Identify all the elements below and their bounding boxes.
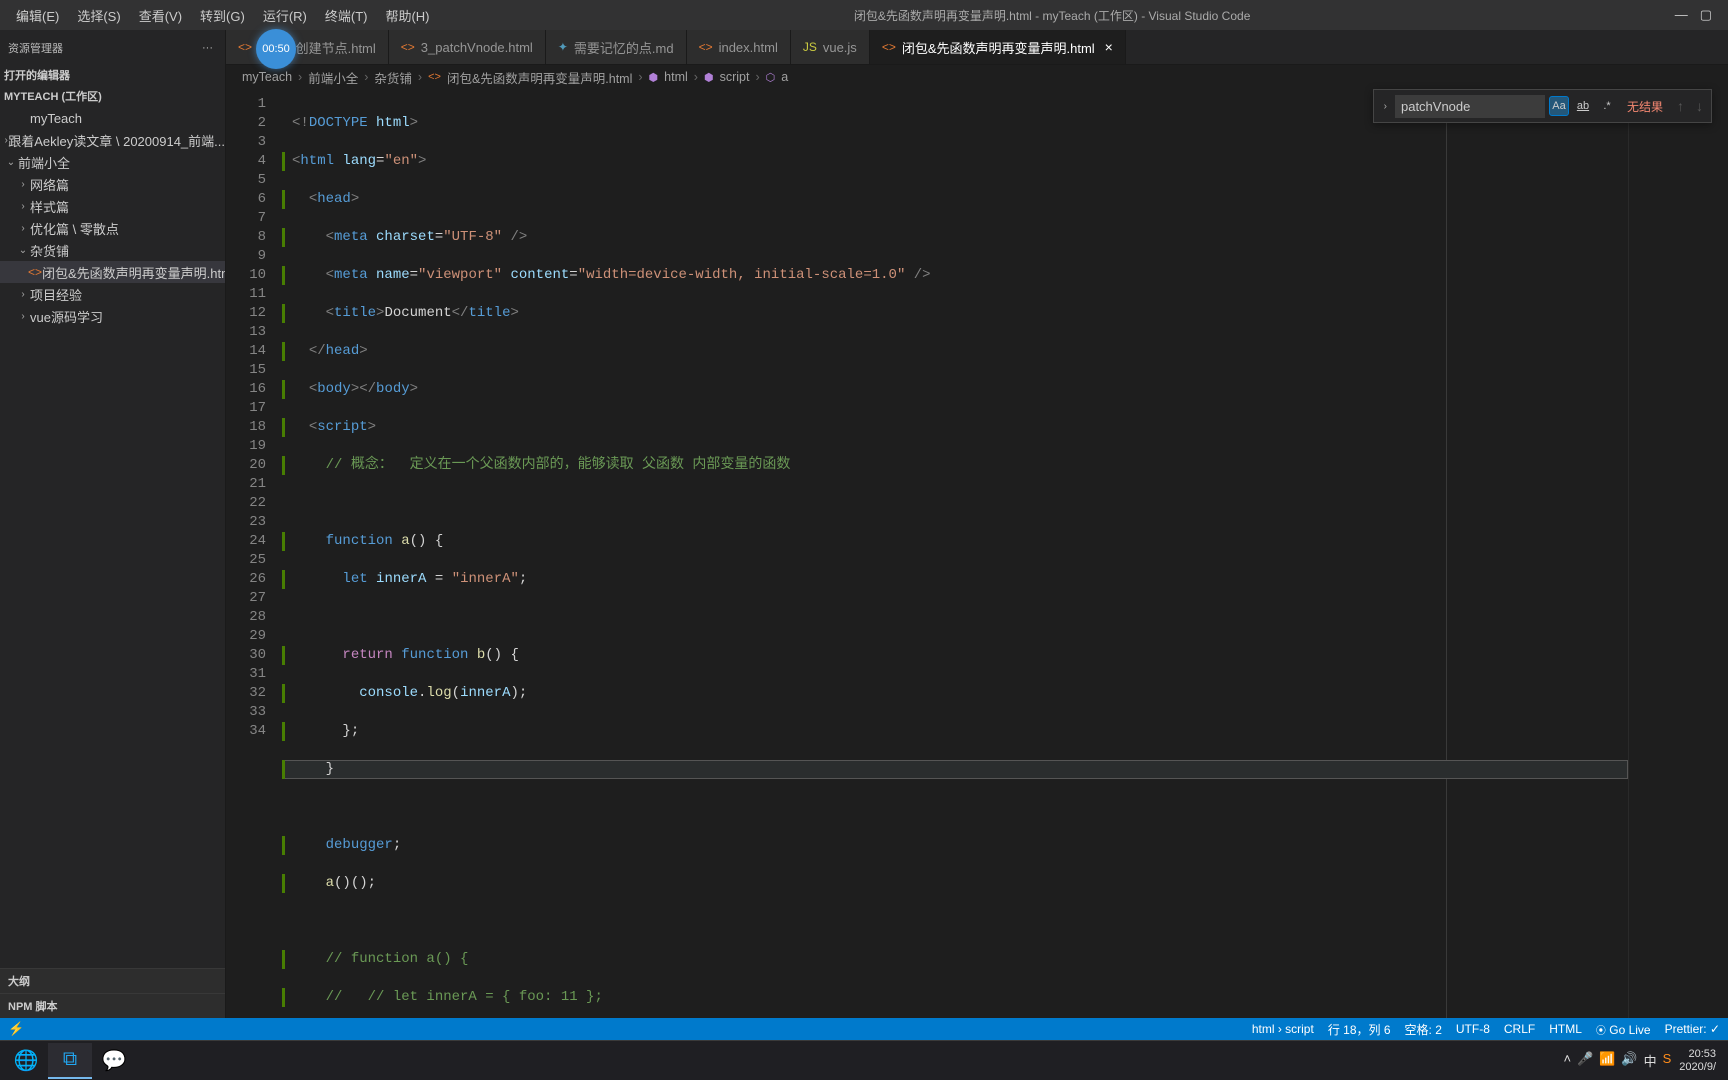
menu-bar: 编辑(E) 选择(S) 查看(V) 转到(G) 运行(R) 终端(T) 帮助(H…: [8, 2, 438, 29]
editor-area: <>Vnode创建节点.html <>3_patchVnode.html ✦需要…: [226, 30, 1728, 1018]
window-controls: — ▢: [1667, 7, 1720, 23]
menu-help[interactable]: 帮助(H): [377, 2, 437, 29]
status-encoding[interactable]: UTF-8: [1456, 1022, 1490, 1036]
explorer-sidebar: 资源管理器 ··· 打开的编辑器 MYTEACH (工作区) myTeach ›…: [0, 30, 226, 1018]
status-position[interactable]: 行 18，列 6: [1328, 1021, 1391, 1038]
taskbar-wechat-icon[interactable]: 💬: [92, 1043, 136, 1079]
menu-terminal[interactable]: 终端(T): [317, 2, 376, 29]
tree-item[interactable]: ›优化篇 \ 零散点: [0, 217, 225, 239]
explorer-title: 资源管理器: [8, 40, 63, 56]
tree-item[interactable]: ›跟着Aekley读文章 \ 20200914_前端...: [0, 129, 225, 151]
status-golive[interactable]: ⦿ Go Live: [1596, 1022, 1651, 1037]
breadcrumb[interactable]: myTeach› 前端小全› 杂货铺› <>闭包&先函数声明再变量声明.html…: [226, 65, 1728, 89]
tree-item[interactable]: ›项目经验: [0, 283, 225, 305]
find-result: 无结果: [1621, 98, 1669, 115]
status-prettier[interactable]: Prettier: ✓: [1665, 1022, 1720, 1036]
close-tab-icon[interactable]: ×: [1105, 39, 1113, 55]
tree-item[interactable]: ›vue源码学习: [0, 305, 225, 327]
tree-item[interactable]: ⌄前端小全: [0, 151, 225, 173]
outline-section[interactable]: 大纲: [0, 968, 225, 993]
tray-volume-icon[interactable]: 🔊: [1621, 1051, 1637, 1070]
tab[interactable]: <>Vnode创建节点.html: [226, 30, 389, 64]
window-title: 闭包&先函数声明再变量声明.html - myTeach (工作区) - Vis…: [438, 7, 1667, 24]
find-prev-icon[interactable]: ↑: [1673, 98, 1688, 114]
menu-view[interactable]: 查看(V): [131, 2, 190, 29]
workspace-section[interactable]: MYTEACH (工作区): [0, 85, 225, 107]
status-bar: ⚡ html › script 行 18，列 6 空格: 2 UTF-8 CRL…: [0, 1018, 1728, 1040]
tree-item[interactable]: ›网络篇: [0, 173, 225, 195]
tab[interactable]: <>index.html: [687, 30, 791, 64]
explorer-header: 资源管理器 ···: [0, 30, 225, 65]
code-lines[interactable]: <!DOCTYPE html> <html lang="en"> <head> …: [282, 89, 1628, 1018]
whole-word-icon[interactable]: ab: [1573, 96, 1593, 116]
tray-ime-icon[interactable]: 中: [1644, 1051, 1657, 1070]
find-toggle-icon[interactable]: ›: [1380, 101, 1391, 112]
file-tree: myTeach ›跟着Aekley读文章 \ 20200914_前端... ⌄前…: [0, 107, 225, 968]
find-input[interactable]: [1395, 95, 1545, 118]
status-thunder-icon[interactable]: ⚡: [8, 1021, 24, 1037]
tab[interactable]: ✦需要记忆的点.md: [546, 30, 687, 64]
match-case-icon[interactable]: Aa: [1549, 96, 1569, 116]
status-lang[interactable]: HTML: [1549, 1022, 1582, 1036]
taskbar-vscode-icon[interactable]: ⧉: [48, 1043, 92, 1079]
tray-up-icon[interactable]: ˄: [1563, 1051, 1571, 1070]
status-eol[interactable]: CRLF: [1504, 1022, 1535, 1036]
tree-item[interactable]: ⌄杂货铺: [0, 239, 225, 261]
menu-edit[interactable]: 编辑(E): [8, 2, 67, 29]
menu-run[interactable]: 运行(R): [255, 2, 315, 29]
tab-active[interactable]: <>闭包&先函数声明再变量声明.html×: [870, 30, 1126, 64]
menu-select[interactable]: 选择(S): [69, 2, 128, 29]
status-spaces[interactable]: 空格: 2: [1405, 1021, 1442, 1038]
open-editors-section[interactable]: 打开的编辑器: [0, 65, 225, 85]
menu-goto[interactable]: 转到(G): [192, 2, 253, 29]
maximize-icon[interactable]: ▢: [1700, 7, 1712, 23]
tab[interactable]: JSvue.js: [791, 30, 870, 64]
minimize-icon[interactable]: —: [1675, 7, 1688, 23]
gutter: 1234567891011121314151617181920212223242…: [226, 89, 282, 1018]
tab[interactable]: <>3_patchVnode.html: [389, 30, 546, 64]
find-widget: › Aa ab .* 无结果 ↑ ↓: [1373, 89, 1712, 123]
tree-item[interactable]: myTeach: [0, 107, 225, 129]
explorer-actions[interactable]: ···: [202, 42, 213, 54]
find-next-icon[interactable]: ↓: [1692, 98, 1707, 114]
regex-icon[interactable]: .*: [1597, 96, 1617, 116]
code-editor[interactable]: 1234567891011121314151617181920212223242…: [226, 89, 1728, 1018]
npm-section[interactable]: NPM 脚本: [0, 993, 225, 1018]
taskbar: 🌐 ⧉ 💬 ˄ 🎤 📶 🔊 中 S 20:53 2020/9/: [0, 1040, 1728, 1080]
tray-icons[interactable]: ˄ 🎤 📶 🔊 中 S: [1563, 1051, 1671, 1070]
title-bar: 编辑(E) 选择(S) 查看(V) 转到(G) 运行(R) 终端(T) 帮助(H…: [0, 0, 1728, 30]
tree-item-active[interactable]: <>闭包&先函数声明再变量声明.html: [0, 261, 225, 283]
tray-sogou-icon[interactable]: S: [1663, 1051, 1672, 1070]
tree-item[interactable]: ›样式篇: [0, 195, 225, 217]
taskbar-clock[interactable]: 20:53 2020/9/: [1679, 1048, 1716, 1074]
tray-mic-icon[interactable]: 🎤: [1577, 1051, 1593, 1070]
status-lang-path[interactable]: html › script: [1252, 1022, 1314, 1036]
tray-wifi-icon[interactable]: 📶: [1599, 1051, 1615, 1070]
minimap[interactable]: [1628, 89, 1728, 1018]
taskbar-chrome-icon[interactable]: 🌐: [4, 1043, 48, 1079]
editor-tabs: <>Vnode创建节点.html <>3_patchVnode.html ✦需要…: [226, 30, 1728, 65]
timer-bubble: 00:50: [256, 29, 296, 69]
